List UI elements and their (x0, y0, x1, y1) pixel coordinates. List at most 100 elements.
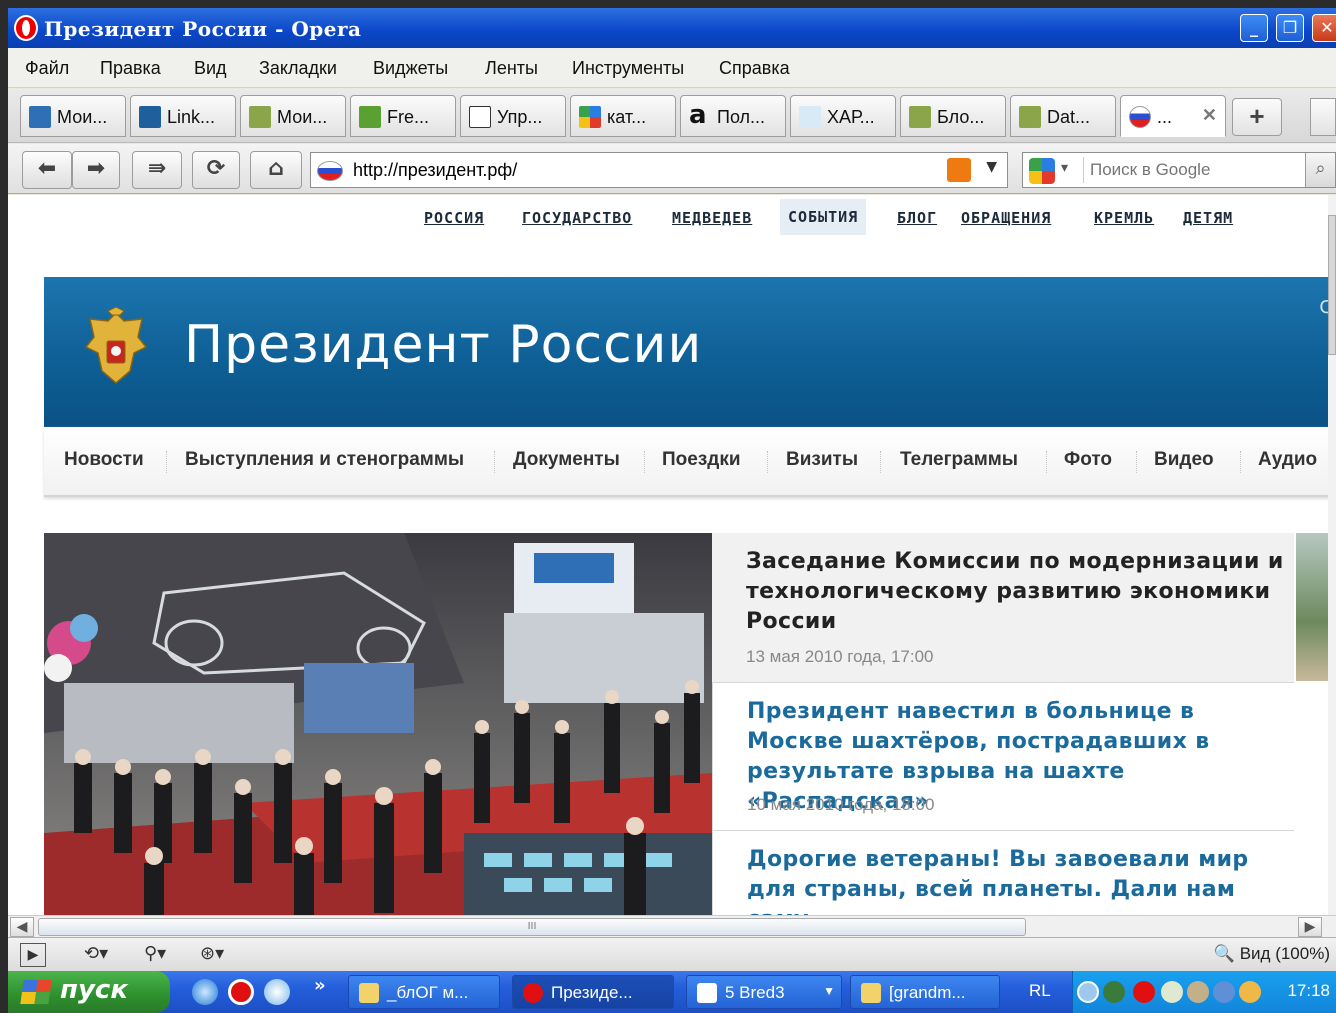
news-item[interactable]: Дорогие ветераны! Вы завоевали мир для с… (712, 831, 1294, 915)
menu-view[interactable]: Вид (194, 58, 227, 79)
coat-of-arms-icon[interactable] (80, 307, 152, 389)
news-title[interactable]: Дорогие ветераны! Вы завоевали мир для с… (747, 845, 1287, 915)
nav-video[interactable]: Видео (1154, 449, 1214, 471)
top-link-events[interactable]: СОБЫТИЯ (780, 199, 867, 235)
rss-feed-icon[interactable] (947, 158, 971, 182)
tab[interactable]: Link... (130, 95, 236, 137)
nav-telegrams[interactable]: Телеграммы (900, 449, 1018, 471)
news-date: 13 мая 2010 года, 17:00 (746, 647, 934, 666)
taskbar-task[interactable]: _блОГ м... (348, 975, 500, 1009)
tab[interactable]: ХАР... (790, 95, 896, 137)
forward-button[interactable]: ➡ (72, 151, 120, 189)
menu-help[interactable]: Справка (719, 58, 790, 79)
panel-toggle-icon[interactable]: ▶ (20, 943, 46, 967)
address-dropdown-icon[interactable]: ▼ (986, 159, 997, 175)
tab[interactable]: кат... (570, 95, 676, 137)
page-viewport: РОССИЯ ГОСУДАРСТВО МЕДВЕДЕВ СОБЫТИЯ БЛОГ… (8, 195, 1336, 915)
start-label: пуск (60, 975, 128, 1005)
tray-user-icon[interactable] (1239, 981, 1261, 1003)
menu-tools[interactable]: Инструменты (572, 58, 684, 79)
menu-edit[interactable]: Правка (100, 58, 161, 79)
scroll-left-icon[interactable]: ◀ (10, 917, 34, 937)
address-field[interactable]: http://президент.рф/ ▼ (310, 152, 1008, 188)
clock[interactable]: 17:18 (1287, 981, 1330, 1001)
tab[interactable]: Fre... (350, 95, 456, 137)
tab-active[interactable]: ... ✕ (1120, 95, 1226, 137)
sync-icon[interactable]: ⟲▾ (84, 943, 108, 967)
group-dropdown-icon[interactable]: ▼ (823, 984, 835, 998)
internet-explorer-icon[interactable] (192, 979, 218, 1005)
close-tab-icon[interactable]: ✕ (1202, 105, 1217, 126)
tray-drive-icon[interactable] (1161, 981, 1183, 1003)
top-link-russia[interactable]: РОССИЯ (424, 209, 484, 227)
search-engine-dropdown-icon[interactable]: ▾ (1061, 160, 1068, 176)
home-button[interactable]: ⌂ (250, 151, 302, 189)
language-indicator[interactable]: RL (1029, 981, 1051, 1001)
nav-news[interactable]: Новости (64, 449, 144, 471)
vertical-scrollbar[interactable] (1328, 195, 1336, 915)
nav-photo[interactable]: Фото (1064, 449, 1112, 471)
tray-network-icon[interactable] (1103, 981, 1125, 1003)
fast-forward-button[interactable]: ⇛ (132, 151, 182, 189)
top-link-state[interactable]: ГОСУДАРСТВО (522, 209, 632, 227)
network-icon[interactable]: ⚲▾ (144, 943, 166, 967)
top-link-blog[interactable]: БЛОГ (897, 209, 937, 227)
menu-file[interactable]: Файл (25, 58, 69, 79)
site-title[interactable]: Президент России (184, 315, 702, 375)
news-title[interactable]: Заседание Комиссии по модернизации и тех… (746, 547, 1286, 637)
tab[interactable]: Мои... (20, 95, 126, 137)
search-input[interactable] (1083, 157, 1303, 183)
taskbar-task[interactable]: [grandm... (850, 975, 1000, 1009)
reload-button[interactable]: ⟳ (192, 151, 240, 189)
tray-opera-icon[interactable] (1133, 981, 1155, 1003)
taskbar-task[interactable]: 5 Bred3 ▼ (686, 975, 842, 1009)
tab-label: кат... (607, 107, 647, 127)
trash-icon[interactable] (1310, 98, 1336, 136)
tab-label: Dat... (1047, 107, 1091, 127)
minimize-button[interactable]: _ (1240, 14, 1268, 42)
menu-bookmarks[interactable]: Закладки (259, 58, 337, 79)
tab-label: Бло... (937, 107, 985, 127)
scroll-right-icon[interactable]: ▶ (1298, 917, 1322, 937)
menu-feeds[interactable]: Ленты (485, 58, 538, 79)
back-button[interactable]: ⬅ (22, 151, 72, 189)
nav-visits[interactable]: Визиты (786, 449, 858, 471)
tab[interactable]: Упр... (460, 95, 566, 137)
close-button[interactable]: ✕ (1312, 14, 1336, 42)
navigation-bar: ⬅ ➡ ⇛ ⟳ ⌂ http://президент.рф/ ▼ ▾ ⌕ (8, 144, 1336, 194)
browser-quicklaunch-icon[interactable] (264, 979, 290, 1005)
task-label: 5 Bred3 (725, 983, 785, 1002)
tray-back-icon[interactable] (1077, 981, 1099, 1003)
start-button[interactable]: пуск (8, 971, 170, 1013)
taskbar-task-active[interactable]: Президе... (512, 975, 674, 1009)
unite-icon[interactable]: ⊛▾ (200, 943, 224, 967)
tab[interactable]: Dat... (1010, 95, 1116, 137)
nav-speeches[interactable]: Выступления и стенограммы (185, 449, 464, 471)
google-search-engine-icon[interactable] (1029, 158, 1055, 184)
featured-news-photo[interactable] (44, 533, 712, 915)
top-link-kids[interactable]: ДЕТЯМ (1183, 209, 1233, 227)
search-icon[interactable]: ⌕ (1305, 153, 1335, 187)
maximize-button[interactable]: ❐ (1276, 14, 1304, 42)
vertical-scroll-thumb[interactable] (1328, 215, 1336, 355)
tab[interactable]: a Пол... (680, 95, 786, 137)
horizontal-scroll-thumb[interactable]: III (38, 918, 1026, 936)
news-item[interactable]: Заседание Комиссии по модернизации и тех… (712, 533, 1294, 683)
tray-monitor-icon[interactable] (1213, 981, 1235, 1003)
nav-audio[interactable]: Аудио (1258, 449, 1317, 471)
zoom-level[interactable]: 🔍 Вид (100%) (1214, 944, 1330, 964)
quicklaunch-more-icon[interactable]: » (314, 975, 326, 996)
tab[interactable]: Бло... (900, 95, 1006, 137)
top-link-appeals[interactable]: ОБРАЩЕНИЯ (961, 209, 1051, 227)
nav-trips[interactable]: Поездки (662, 449, 741, 471)
menu-widgets[interactable]: Виджеты (373, 58, 448, 79)
nav-documents[interactable]: Документы (513, 449, 620, 471)
tray-speaker-icon[interactable] (1187, 981, 1209, 1003)
horizontal-scrollbar[interactable]: ◀ III ▶ (8, 915, 1336, 937)
top-link-medvedev[interactable]: МЕДВЕДЕВ (672, 209, 752, 227)
opera-quicklaunch-icon[interactable] (228, 979, 254, 1005)
tab[interactable]: Мои... (240, 95, 346, 137)
new-tab-button[interactable]: + (1232, 98, 1282, 136)
top-link-kremlin[interactable]: КРЕМЛЬ (1094, 209, 1154, 227)
news-item[interactable]: Президент навестил в больнице в Москве ш… (712, 683, 1294, 831)
